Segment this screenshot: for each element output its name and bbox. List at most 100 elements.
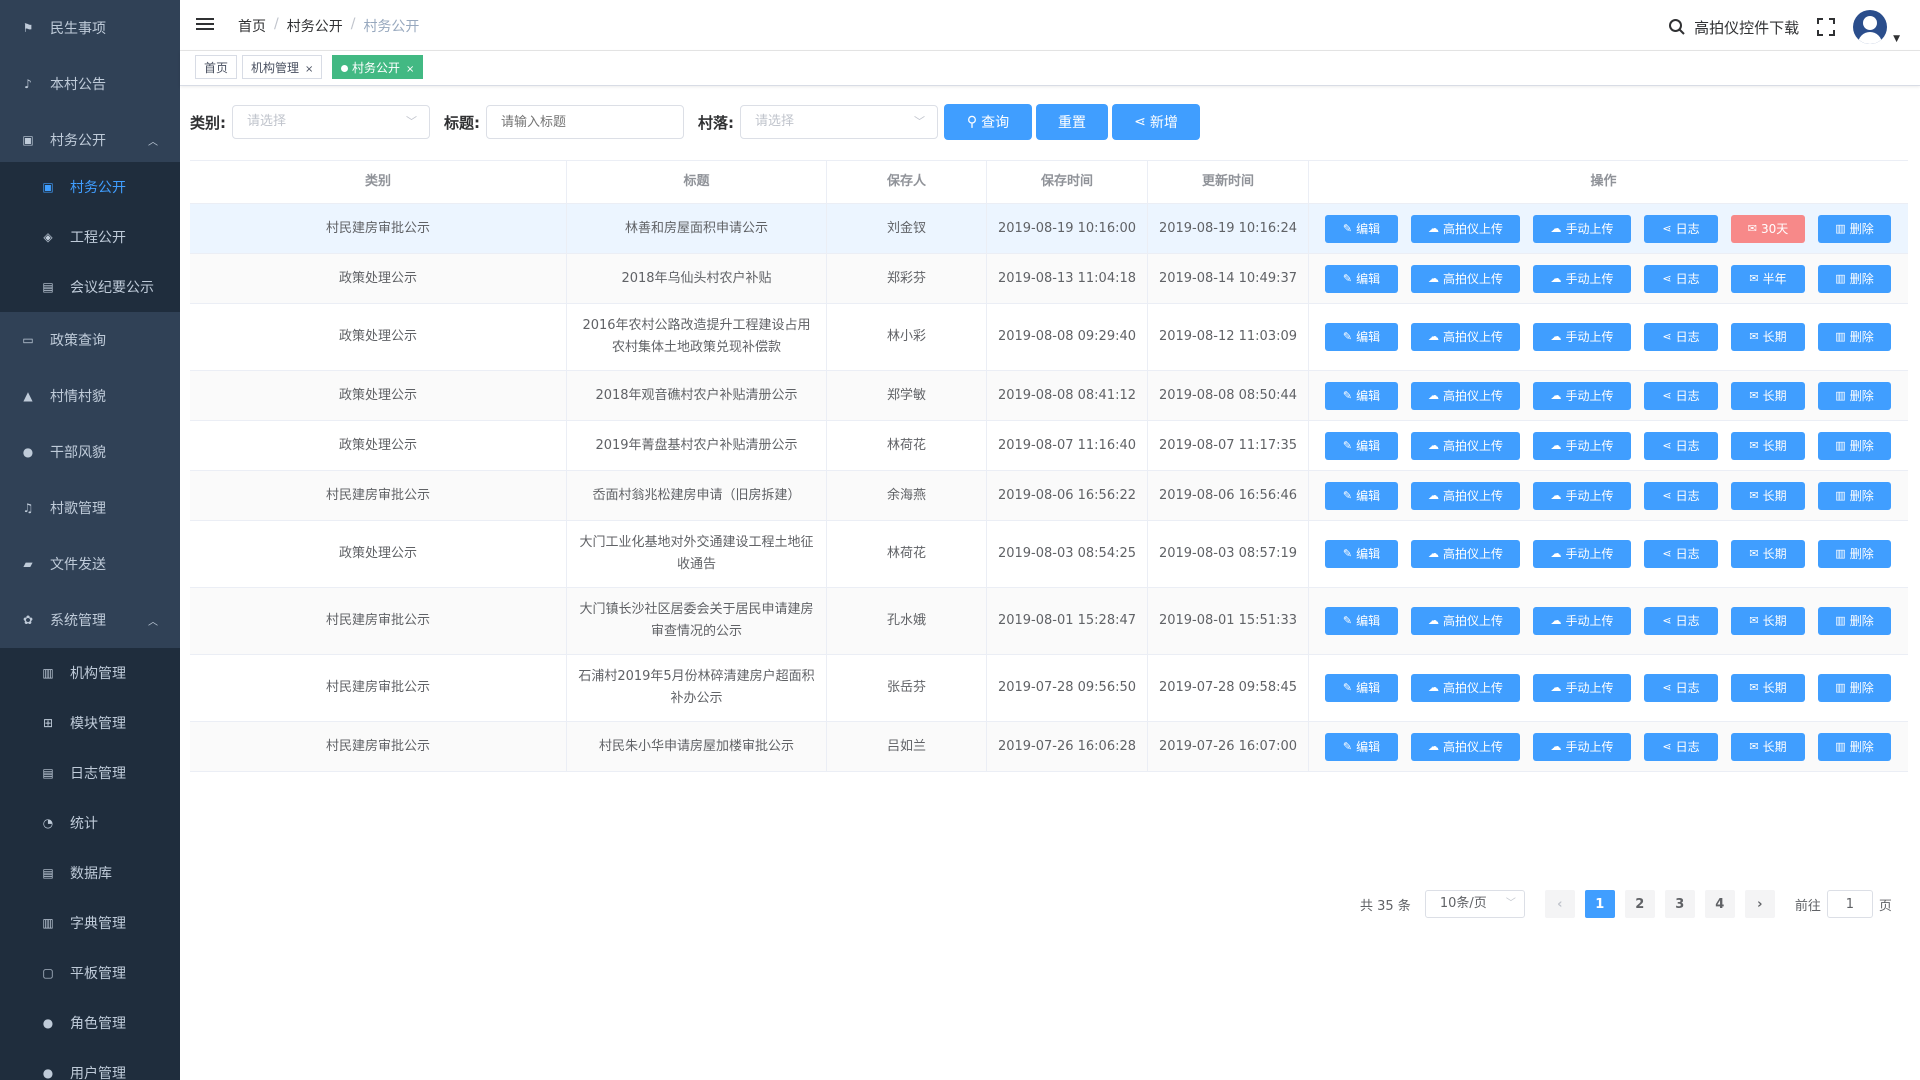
period-button[interactable]: ✉ 半年	[1731, 264, 1805, 293]
hamburger-menu-icon[interactable]	[196, 15, 214, 33]
sidebar-item[interactable]: ♫ 村歌管理	[0, 480, 180, 536]
page-1-button[interactable]: 1	[1584, 890, 1615, 918]
period-button[interactable]: ✉ 30天	[1731, 214, 1805, 243]
period-button[interactable]: ✉ 长期	[1731, 431, 1805, 460]
sidebar-item[interactable]: ▣ 村务公开 ︿	[0, 112, 180, 168]
edit-button[interactable]: ✎ 编辑	[1325, 732, 1398, 761]
manual-upload-button[interactable]: ☁ 手动上传	[1533, 607, 1631, 635]
avatar[interactable]	[1853, 10, 1888, 44]
sidebar-item[interactable]: ♪ 本村公告	[0, 56, 180, 112]
prev-page-button[interactable]: ‹	[1544, 890, 1575, 918]
sidebar-item[interactable]: ⊞ 模块管理	[0, 698, 180, 748]
table-row[interactable]: 村民建房审批公示 林善和房屋面积申请公示 刘金钗 2019-08-19 10:16:0…	[190, 204, 1908, 254]
sidebar-item[interactable]: ▭ 政策查询	[0, 312, 180, 368]
close-icon[interactable]: ×	[305, 64, 313, 75]
sidebar-item[interactable]: ● 用户管理	[0, 1048, 180, 1080]
period-button[interactable]: ✉ 长期	[1731, 381, 1805, 410]
delete-button[interactable]: ▥ 删除	[1818, 540, 1891, 568]
sidebar-item[interactable]: ✿ 系统管理 ︿	[0, 592, 180, 648]
log-button[interactable]: ⋖ 日志	[1644, 323, 1718, 351]
table-row[interactable]: 政策处理公示 2019年菁盘基村农户补贴清册公示 林荷花 2019-08-07 11:…	[190, 421, 1908, 471]
page-2-button[interactable]: 2	[1624, 890, 1655, 918]
edit-button[interactable]: ✎ 编辑	[1325, 540, 1398, 568]
camera-upload-button[interactable]: ☁ 高拍仪上传	[1411, 607, 1520, 635]
breadcrumb-home[interactable]: 首页	[238, 16, 266, 36]
edit-button[interactable]: ✎ 编辑	[1325, 323, 1398, 351]
log-button[interactable]: ⋖ 日志	[1644, 431, 1718, 460]
log-button[interactable]: ⋖ 日志	[1644, 381, 1718, 410]
camera-upload-button[interactable]: ☁ 高拍仪上传	[1411, 540, 1520, 568]
delete-button[interactable]: ▥ 删除	[1818, 674, 1891, 702]
camera-control-download[interactable]: 高拍仪控件下载	[1668, 17, 1799, 38]
user-menu[interactable]: ▼	[1853, 10, 1900, 44]
log-button[interactable]: ⋖ 日志	[1644, 481, 1718, 510]
manual-upload-button[interactable]: ☁ 手动上传	[1533, 732, 1631, 761]
table-row[interactable]: 村民建房审批公示 大门镇长沙社区居委会关于居民申请建房审查情况的公示 孔水娥 2019…	[190, 588, 1908, 655]
tag-home[interactable]: 首页	[195, 55, 238, 79]
category-select[interactable]: 请选择 ﹀	[232, 105, 430, 139]
reset-button[interactable]: 重置	[1036, 104, 1108, 140]
sidebar-item[interactable]: ▲ 村情村貌	[0, 368, 180, 424]
table-row[interactable]: 政策处理公示 2018年观音礁村农户补贴清册公示 郑学敏 2019-08-08 08:…	[190, 371, 1908, 421]
table-row[interactable]: 村民建房审批公示 村民朱小华申请房屋加楼审批公示 吕如兰 2019-07-26 16:…	[190, 722, 1908, 772]
page-size-select[interactable]: 10条/页 ﹀	[1424, 890, 1525, 918]
edit-button[interactable]: ✎ 编辑	[1325, 607, 1398, 635]
page-3-button[interactable]: 3	[1664, 890, 1695, 918]
camera-upload-button[interactable]: ☁ 高拍仪上传	[1411, 732, 1520, 761]
sidebar-item[interactable]: ● 干部风貌	[0, 424, 180, 480]
table-row[interactable]: 村民建房审批公示 石浦村2019年5月份林碎清建房户超面积补办公示 张岳芬 2019-…	[190, 655, 1908, 722]
period-button[interactable]: ✉ 长期	[1731, 607, 1805, 635]
page-4-button[interactable]: 4	[1704, 890, 1735, 918]
add-button[interactable]: ⋖ 新增	[1112, 104, 1200, 140]
sidebar-item[interactable]: ⚑ 民生事项	[0, 0, 180, 56]
breadcrumb-section[interactable]: 村务公开	[287, 16, 343, 36]
sidebar-item[interactable]: ▢ 平板管理	[0, 948, 180, 998]
delete-button[interactable]: ▥ 删除	[1818, 323, 1891, 351]
period-button[interactable]: ✉ 长期	[1731, 323, 1805, 351]
tag-village-affairs[interactable]: 村务公开 ×	[332, 55, 424, 79]
log-button[interactable]: ⋖ 日志	[1644, 607, 1718, 635]
delete-button[interactable]: ▥ 删除	[1818, 214, 1891, 243]
sidebar-item[interactable]: ◔ 统计	[0, 798, 180, 848]
delete-button[interactable]: ▥ 删除	[1818, 381, 1891, 410]
table-row[interactable]: 政策处理公示 2016年农村公路改造提升工程建设占用农村集体土地政策兑现补偿款 林小…	[190, 304, 1908, 371]
period-button[interactable]: ✉ 长期	[1731, 481, 1805, 510]
edit-button[interactable]: ✎ 编辑	[1325, 481, 1398, 510]
period-button[interactable]: ✉ 长期	[1731, 732, 1805, 761]
period-button[interactable]: ✉ 长期	[1731, 540, 1805, 568]
sidebar-item[interactable]: ▥ 字典管理	[0, 898, 180, 948]
camera-upload-button[interactable]: ☁ 高拍仪上传	[1411, 431, 1520, 460]
log-button[interactable]: ⋖ 日志	[1644, 674, 1718, 702]
table-row[interactable]: 政策处理公示 大门工业化基地对外交通建设工程土地征收通告 林荷花 2019-08-03…	[190, 521, 1908, 588]
edit-button[interactable]: ✎ 编辑	[1325, 431, 1398, 460]
close-icon[interactable]: ×	[406, 64, 414, 75]
manual-upload-button[interactable]: ☁ 手动上传	[1533, 481, 1631, 510]
edit-button[interactable]: ✎ 编辑	[1325, 674, 1398, 702]
table-row[interactable]: 村民建房审批公示 岙面村翁兆松建房申请（旧房拆建） 余海燕 2019-08-06 16…	[190, 471, 1908, 521]
goto-page-input[interactable]: 1	[1826, 890, 1873, 918]
delete-button[interactable]: ▥ 删除	[1818, 264, 1891, 293]
camera-upload-button[interactable]: ☁ 高拍仪上传	[1411, 323, 1520, 351]
log-button[interactable]: ⋖ 日志	[1644, 214, 1718, 243]
manual-upload-button[interactable]: ☁ 手动上传	[1533, 540, 1631, 568]
sidebar-item[interactable]: ▤ 会议纪要公示	[0, 262, 180, 312]
log-button[interactable]: ⋖ 日志	[1644, 264, 1718, 293]
edit-button[interactable]: ✎ 编辑	[1325, 264, 1398, 293]
sidebar-item[interactable]: ▤ 日志管理	[0, 748, 180, 798]
delete-button[interactable]: ▥ 删除	[1818, 431, 1891, 460]
log-button[interactable]: ⋖ 日志	[1644, 732, 1718, 761]
village-select[interactable]: 请选择 ﹀	[740, 105, 938, 139]
sidebar-item[interactable]: ▥ 机构管理	[0, 648, 180, 698]
log-button[interactable]: ⋖ 日志	[1644, 540, 1718, 568]
sidebar-item[interactable]: ▣ 村务公开	[0, 162, 180, 212]
caret-down-icon[interactable]: ▼	[1893, 34, 1900, 44]
manual-upload-button[interactable]: ☁ 手动上传	[1533, 264, 1631, 293]
manual-upload-button[interactable]: ☁ 手动上传	[1533, 323, 1631, 351]
camera-upload-button[interactable]: ☁ 高拍仪上传	[1411, 214, 1520, 243]
manual-upload-button[interactable]: ☁ 手动上传	[1533, 214, 1631, 243]
camera-upload-button[interactable]: ☁ 高拍仪上传	[1411, 264, 1520, 293]
title-input[interactable]	[486, 105, 684, 139]
sidebar-item[interactable]: ◈ 工程公开	[0, 212, 180, 262]
table-row[interactable]: 政策处理公示 2018年乌仙头村农户补贴 郑彩芬 2019-08-13 11:04:1…	[190, 254, 1908, 304]
manual-upload-button[interactable]: ☁ 手动上传	[1533, 431, 1631, 460]
